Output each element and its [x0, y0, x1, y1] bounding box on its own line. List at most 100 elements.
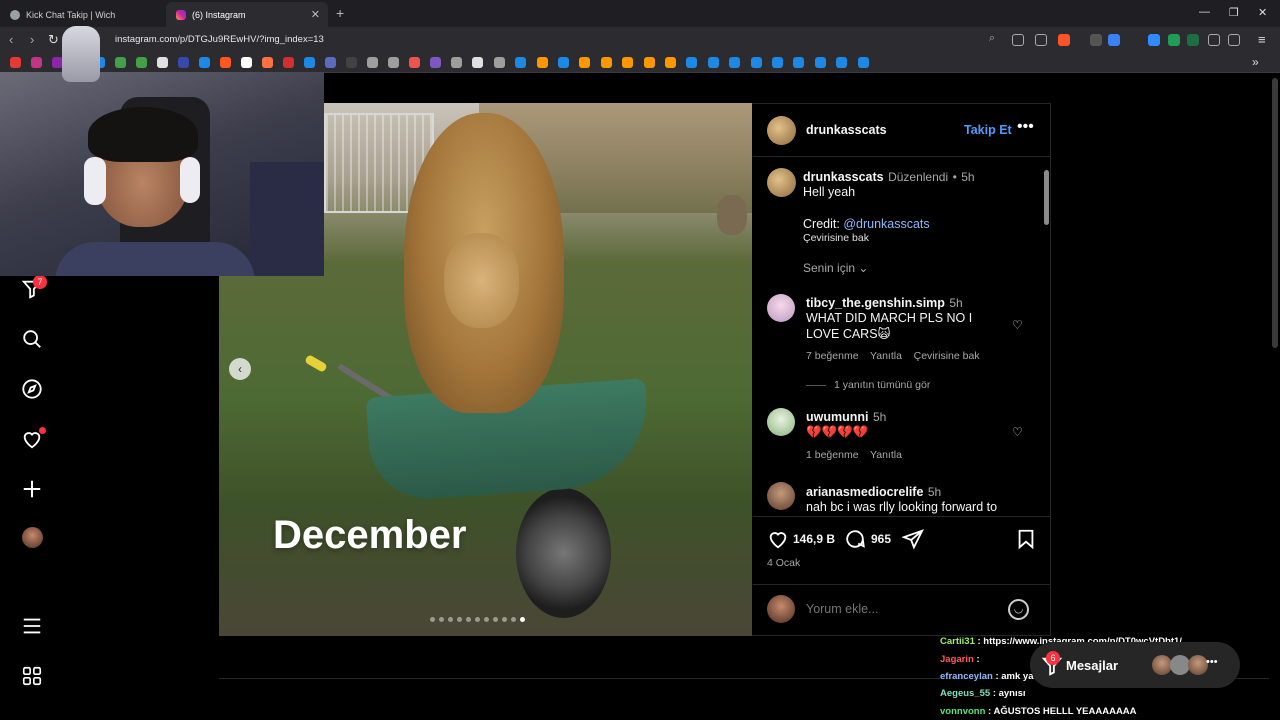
share-icon[interactable]: [1035, 34, 1047, 46]
close-tab-icon[interactable]: ✕: [311, 8, 320, 21]
save-icon[interactable]: [1015, 528, 1037, 555]
author-username[interactable]: drunkasscats: [806, 123, 887, 137]
url-field[interactable]: instagram.com/p/DTGJu9REwHV/?img_index=1…: [115, 34, 324, 45]
bookmark-icon[interactable]: [283, 57, 294, 68]
comment-username[interactable]: uwumunni: [806, 410, 869, 424]
apps-icon[interactable]: [20, 664, 44, 688]
create-icon[interactable]: [20, 477, 44, 501]
bookmark-icon[interactable]: [622, 57, 634, 68]
like-comment-icon[interactable]: ♡: [1012, 318, 1023, 332]
comment-likes[interactable]: 7 beğenme: [806, 350, 859, 362]
share-icon[interactable]: [901, 528, 924, 555]
previous-slide-button[interactable]: ‹: [229, 358, 251, 380]
search-icon[interactable]: [20, 327, 44, 351]
bookmark-icon[interactable]: [388, 57, 399, 68]
bookmark-icon[interactable]: [600, 57, 612, 68]
bookmark-icon[interactable]: [493, 57, 505, 68]
comment-avatar[interactable]: [767, 482, 795, 510]
bookmark-icon[interactable]: [750, 57, 762, 68]
install-icon[interactable]: [1012, 34, 1024, 46]
see-translation-link[interactable]: Çevirisine bak: [803, 232, 869, 244]
brave-shield-icon[interactable]: [1058, 34, 1070, 46]
bookmark-icon[interactable]: [686, 57, 698, 68]
bookmark-icon[interactable]: [857, 57, 869, 68]
forward-icon[interactable]: ›: [30, 32, 34, 47]
extension-icon[interactable]: [1187, 34, 1199, 46]
puzzle-icon[interactable]: [1208, 34, 1220, 46]
comment-icon[interactable]: [844, 528, 866, 555]
bookmark-icon[interactable]: [451, 57, 462, 68]
bookmark-icon[interactable]: [729, 57, 741, 68]
bookmark-icon[interactable]: [772, 57, 783, 68]
page-scrollbar[interactable]: [1272, 78, 1278, 348]
comment-username[interactable]: tibcy_the.genshin.simp: [806, 296, 945, 310]
bookmark-icon[interactable]: [472, 57, 484, 68]
scrollbar-thumb[interactable]: [1044, 170, 1049, 225]
menu-icon[interactable]: ≡: [1258, 32, 1266, 47]
sidebar-toggle-icon[interactable]: [1228, 34, 1240, 46]
emoji-icon[interactable]: ◡: [1008, 599, 1029, 620]
reply-button[interactable]: Yanıtla: [870, 449, 902, 461]
bookmark-icon[interactable]: [157, 57, 168, 68]
bookmark-icon[interactable]: [409, 57, 420, 68]
bookmark-icon[interactable]: [178, 57, 189, 68]
extension-icon[interactable]: [1090, 34, 1102, 46]
profile-avatar[interactable]: [22, 527, 43, 548]
bookmark-icon[interactable]: [643, 57, 655, 68]
comment-count[interactable]: 965: [871, 532, 891, 546]
tab-instagram[interactable]: (6) Instagram ✕: [166, 2, 328, 27]
for-you-dropdown[interactable]: Senin için ⌄: [803, 261, 868, 275]
more-menu-icon[interactable]: [20, 614, 44, 638]
bookmark-icon[interactable]: [536, 57, 548, 68]
bookmark-icon[interactable]: [115, 57, 126, 68]
bookmark-icon[interactable]: [793, 57, 805, 68]
comment-avatar[interactable]: [767, 408, 795, 436]
explore-icon[interactable]: [20, 377, 44, 401]
view-replies[interactable]: 1 yanıtın tümünü gör: [806, 379, 930, 391]
bookmark-icon[interactable]: [241, 57, 252, 68]
bookmark-icon[interactable]: [367, 57, 378, 68]
like-comment-icon[interactable]: ♡: [1012, 425, 1023, 439]
bookmark-icon[interactable]: [220, 57, 231, 68]
comments-scrollbar[interactable]: [1044, 160, 1049, 515]
bookmark-icon[interactable]: [665, 57, 676, 68]
bookmark-icon[interactable]: [346, 57, 357, 68]
translate-button[interactable]: Çevirisine bak: [914, 350, 980, 362]
new-tab-button[interactable]: +: [336, 5, 344, 21]
back-icon[interactable]: ‹: [9, 32, 13, 47]
extension-icon[interactable]: [1168, 34, 1180, 46]
author-avatar[interactable]: [767, 116, 796, 145]
like-count[interactable]: 146,9 B: [793, 532, 835, 546]
comment-input[interactable]: [806, 600, 996, 618]
bookmark-icon[interactable]: [836, 57, 848, 68]
reload-icon[interactable]: ↻: [48, 32, 59, 48]
more-options-icon[interactable]: •••: [1017, 118, 1034, 136]
bookmark-icon[interactable]: [262, 57, 273, 68]
minimize-icon[interactable]: —: [1199, 6, 1210, 18]
tab-kick-chat[interactable]: Kick Chat Takip | Wich: [0, 2, 165, 27]
like-icon[interactable]: [767, 528, 789, 555]
bookmark-icon[interactable]: [10, 57, 21, 68]
extension-icon[interactable]: [1148, 34, 1160, 46]
extension-icon[interactable]: [1108, 34, 1120, 46]
zoom-icon[interactable]: ⌕: [989, 32, 995, 45]
maximize-icon[interactable]: ❐: [1229, 6, 1239, 19]
bookmark-icon[interactable]: [707, 57, 719, 68]
comment-username[interactable]: arianasmediocrelife: [806, 485, 923, 499]
comment-avatar[interactable]: [767, 294, 795, 322]
bookmark-icon[interactable]: [558, 57, 569, 68]
bookmark-icon[interactable]: [136, 57, 147, 68]
more-bookmarks-icon[interactable]: »: [1252, 55, 1259, 69]
close-window-icon[interactable]: ✕: [1258, 6, 1267, 19]
bookmark-icon[interactable]: [515, 57, 527, 68]
bookmark-icon[interactable]: [430, 57, 441, 68]
credit-handle-link[interactable]: @drunkasscats: [843, 217, 929, 231]
bookmark-icon[interactable]: [325, 57, 336, 68]
follow-button[interactable]: Takip Et: [964, 123, 1012, 137]
messages-bar[interactable]: 6 Mesajlar •••: [1030, 642, 1240, 688]
bookmark-icon[interactable]: [199, 57, 210, 68]
bookmark-icon[interactable]: [304, 57, 315, 68]
bookmark-icon[interactable]: [814, 57, 826, 68]
caption-avatar[interactable]: [767, 168, 796, 197]
caption-username[interactable]: drunkasscats: [803, 170, 884, 184]
